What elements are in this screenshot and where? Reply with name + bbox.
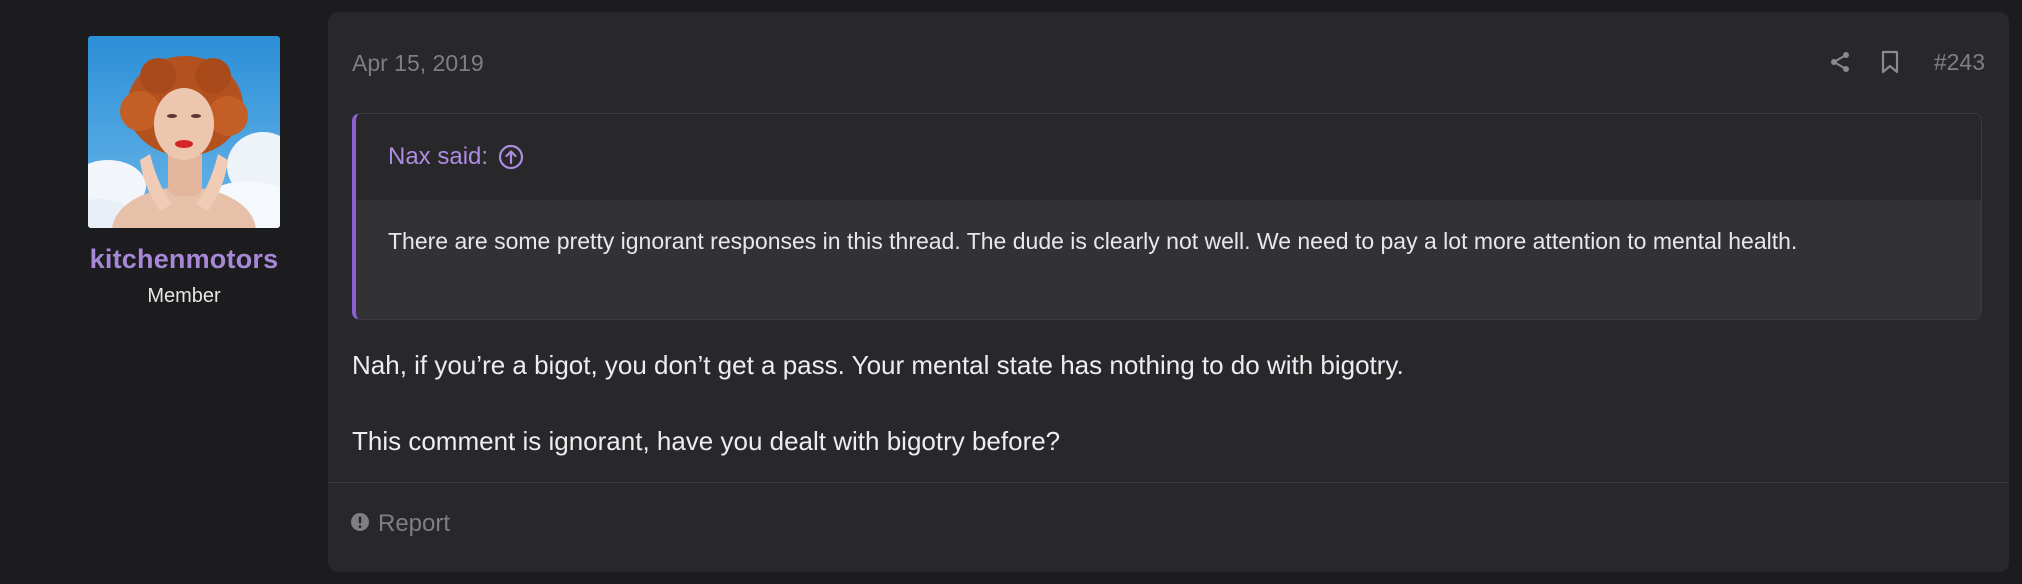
- quote-header: Nax said:: [356, 114, 1981, 200]
- post-footer-divider: [328, 482, 2009, 483]
- post-card: Apr 15, 2019 #243 Nax said: There are so…: [328, 12, 2009, 572]
- alert-circle-icon: [350, 512, 370, 537]
- post-header: Apr 15, 2019 #243: [352, 36, 1985, 92]
- quote-block: Nax said: There are some pretty ignorant…: [352, 113, 1982, 320]
- user-title: Member: [147, 285, 221, 307]
- post-date-link[interactable]: Apr 15, 2019: [352, 50, 484, 77]
- bookmark-icon[interactable]: [1874, 46, 1906, 78]
- post-header-actions: #243: [1824, 46, 1985, 78]
- message-paragraph: Nah, if you’re a bigot, you don’t get a …: [352, 350, 1404, 380]
- user-avatar[interactable]: [88, 36, 280, 228]
- username-link[interactable]: kitchenmotors: [60, 244, 308, 275]
- quote-text: There are some pretty ignorant responses…: [356, 200, 1981, 319]
- post-message: Nah, if you’re a bigot, you don’t get a …: [352, 345, 1982, 461]
- user-column: kitchenmotors Member: [60, 36, 308, 308]
- forum-post-page: kitchenmotors Member Apr 15, 2019 #243 N…: [0, 0, 2022, 584]
- avatar-image: [88, 36, 280, 228]
- arrow-up-circle-icon[interactable]: [498, 144, 524, 170]
- quote-attribution-link[interactable]: Nax said:: [388, 143, 488, 171]
- post-number-link[interactable]: #243: [1934, 49, 1985, 76]
- message-paragraph: This comment is ignorant, have you dealt…: [352, 426, 1061, 456]
- share-icon[interactable]: [1824, 46, 1856, 78]
- report-link[interactable]: Report: [350, 510, 450, 538]
- report-label: Report: [378, 510, 451, 537]
